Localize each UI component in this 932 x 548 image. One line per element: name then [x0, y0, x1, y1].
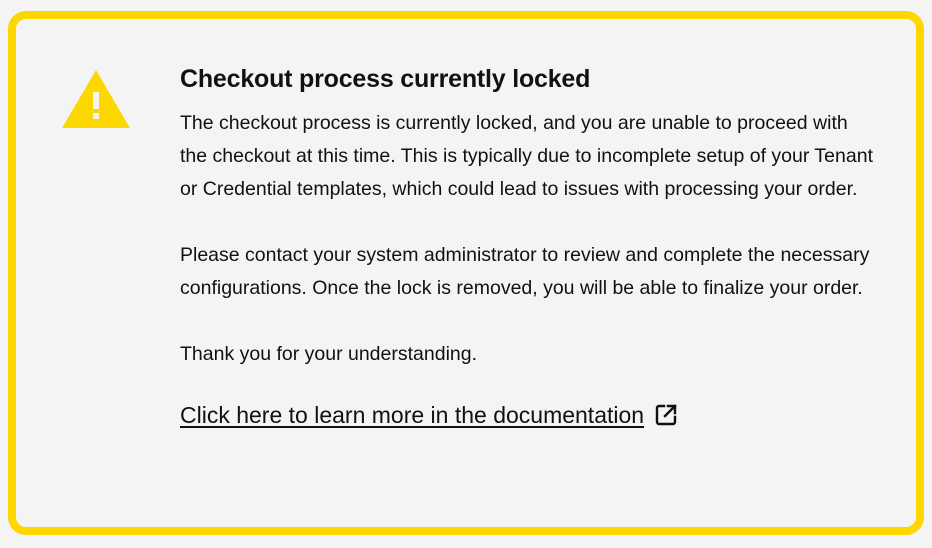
documentation-link-label: Click here to learn more in the document… [180, 402, 645, 428]
alert-paragraph-lock-reason: The checkout process is currently locked… [180, 112, 873, 200]
warning-triangle-icon [62, 70, 130, 128]
external-link-icon [654, 403, 678, 427]
documentation-link[interactable]: Click here to learn more in the document… [180, 400, 678, 430]
alert-paragraph-thank-you: Thank you for your understanding. [180, 343, 478, 365]
alert-title: Checkout process currently locked [180, 65, 591, 93]
alert-paragraph-contact-admin: Please contact your system administrator… [180, 244, 870, 299]
page: Checkout process currently locked The ch… [0, 0, 932, 548]
checkout-locked-alert: Checkout process currently locked The ch… [8, 11, 924, 535]
alert-content: Checkout process currently locked The ch… [180, 63, 880, 430]
